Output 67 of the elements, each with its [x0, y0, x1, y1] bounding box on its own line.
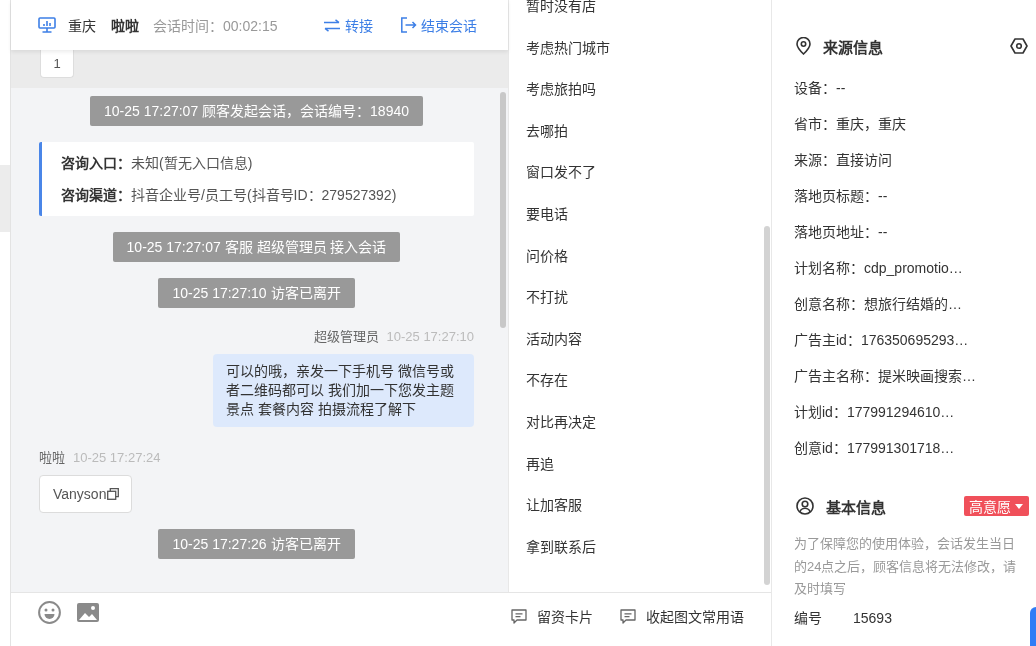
- copy-icon[interactable]: [107, 488, 120, 500]
- source-detail: 广告主id：176350695293…: [794, 331, 969, 350]
- source-detail: 落地页地址：--: [794, 223, 888, 242]
- end-session-button[interactable]: 结束会话: [399, 15, 477, 35]
- quick-reply[interactable]: 考虑热门城市: [526, 27, 610, 70]
- quick-reply[interactable]: 不存在: [526, 360, 568, 402]
- caret-icon: [1015, 503, 1023, 509]
- quick-reply[interactable]: 考虑旅拍吗: [526, 69, 596, 111]
- location-pin-icon: [796, 37, 811, 55]
- source-detail: 落地页标题：--: [794, 187, 888, 206]
- visitor-name: 啦啦: [111, 17, 139, 35]
- scrollbar[interactable]: [764, 226, 770, 585]
- quick-reply[interactable]: 活动内容: [526, 318, 582, 361]
- user-icon: [796, 497, 814, 515]
- source-detail: 计划id：177991294610…: [794, 403, 955, 422]
- settings-icon[interactable]: [1010, 38, 1028, 54]
- visitor-city: 重庆: [68, 17, 96, 35]
- swap-icon: [322, 18, 341, 32]
- toolbar-button[interactable]: 收起图文常用语: [620, 606, 744, 626]
- section-title: 来源信息: [823, 37, 883, 57]
- quick-reply[interactable]: 拿到联系后: [526, 526, 596, 569]
- exit-icon: [399, 17, 417, 33]
- image-icon[interactable]: [77, 603, 99, 622]
- info-label: 咨询入口：: [61, 155, 131, 171]
- monitor-icon: [38, 17, 56, 33]
- emoji-icon[interactable]: [38, 601, 61, 624]
- source-detail: 计划名称：cdp_promotio…: [794, 259, 963, 278]
- intent-dropdown[interactable]: 高意愿: [964, 496, 1029, 516]
- info-value: 抖音企业号/员工号(抖音号ID：279527392): [131, 187, 397, 203]
- session-time: 会话时间：00:02:15: [153, 17, 278, 35]
- source-detail: 创意id：177991301718…: [794, 439, 955, 458]
- toolbar-button[interactable]: 留资卡片: [511, 606, 593, 626]
- source-detail: 设备：--: [794, 79, 846, 98]
- message-icon: [620, 608, 636, 624]
- sender-name: 超级管理员: [313, 329, 379, 345]
- message-text: Vanyson: [53, 486, 107, 502]
- scrollbar[interactable]: [500, 92, 506, 328]
- quick-reply[interactable]: 不打扰: [526, 277, 568, 319]
- source-detail: 省市：重庆，重庆: [794, 115, 906, 134]
- message-bubble: 可以的哦，亲发一下手机号 微信号或者二维码都可以 我们加一下您发主题景点 套餐内容 拍摄流程了解下: [213, 354, 474, 427]
- transfer-button[interactable]: 转接: [322, 15, 373, 35]
- quick-reply[interactable]: 窗口发不了: [526, 152, 596, 194]
- source-detail: 广告主名称：提米映画搜索…: [794, 367, 976, 386]
- floating-tab[interactable]: [1030, 607, 1036, 646]
- quick-reply[interactable]: 对比再决定: [526, 401, 596, 444]
- system-notice: 10-25 17:27:07 顾客发起会话，会话编号：18940: [90, 96, 423, 126]
- quick-reply[interactable]: 问价格: [526, 235, 568, 278]
- field-label: 编号: [794, 608, 823, 628]
- source-detail: 来源：直接访问: [794, 151, 892, 170]
- message-icon: [511, 608, 527, 624]
- system-notice: 10-25 17:27:07 客服 超级管理员 接入会话: [112, 232, 401, 262]
- info-label: 咨询渠道：: [61, 187, 131, 203]
- info-value: 未知(暂无入口信息): [131, 155, 253, 171]
- section-title: 基本信息: [826, 497, 886, 517]
- notice-text: 为了保障您的使用体验，会话发生当日的24点之后，顾客信息将无法修改，请及时填写: [794, 535, 1018, 598]
- quick-reply[interactable]: 去哪拍: [526, 110, 568, 153]
- message-time: 10-25 17:27:24: [73, 450, 161, 466]
- sender-name: 啦啦: [39, 450, 65, 466]
- system-notice: 10-25 17:27:26 访客已离开: [158, 529, 355, 559]
- field-value: 15693: [853, 608, 892, 628]
- quick-reply[interactable]: 再追: [526, 443, 554, 486]
- pinned-card: 1: [40, 50, 74, 78]
- source-detail: 创意名称：想旅行结婚的…: [794, 295, 962, 314]
- quick-reply[interactable]: 让加客服: [526, 485, 582, 527]
- system-notice: 10-25 17:27:10 访客已离开: [158, 278, 355, 308]
- quick-reply[interactable]: 要电话: [526, 193, 568, 236]
- message-time: 10-25 17:27:10: [386, 329, 474, 345]
